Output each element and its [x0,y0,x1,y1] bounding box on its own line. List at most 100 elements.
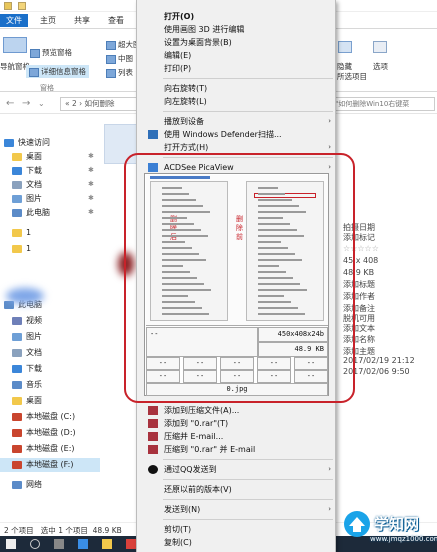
tab-home[interactable]: 主页 [34,14,62,27]
tab-view[interactable]: 查看 [102,14,130,27]
menu-separator [163,519,333,520]
menu-item[interactable]: 添加到 "0.rar"(T) [137,417,337,430]
sidebar-item[interactable]: 本地磁盘 (E:) [12,442,75,456]
menu-item[interactable]: 复制(C) [137,536,337,549]
menu-separator [163,499,333,500]
back-icon[interactable]: ← [6,98,14,109]
list-label: 列表 [118,68,133,77]
sidebar-item[interactable]: 1 [12,242,31,256]
nav-pane-icon[interactable] [3,37,27,53]
status-text: 2 个项目 选中 1 个项目 48.9 KB [4,526,122,535]
drive-icon [12,428,22,437]
sidebar-item[interactable]: 桌面 [12,394,42,408]
menu-item[interactable]: 剪切(T) [137,523,337,536]
star-icon [4,138,14,147]
menu-item[interactable]: 使用 Windows Defender扫描... [137,128,337,141]
details-pane-button[interactable]: 详细信息窗格 [26,65,89,78]
search-input[interactable]: "如何删除Win10右键菜 [330,97,435,111]
menu-item[interactable]: 编辑(E) [137,49,337,62]
folder-icon[interactable] [18,2,26,10]
medium-icon [106,54,116,64]
menu-item[interactable]: 发送到(N) › [137,503,337,516]
rar-icon [148,445,158,454]
tab-file[interactable]: 文件 [0,14,28,27]
watermark: 学知网 www.jmqz1000.com [340,505,437,552]
watermark-site: 学知网 [374,515,420,533]
menu-item[interactable]: 通过QQ发送到 › [137,463,337,476]
sidebar-item[interactable]: 1 [12,226,31,240]
menu-item[interactable]: 打印(P) [137,62,337,75]
menu-item[interactable]: 向左旋转(L) [137,95,337,108]
menu-item[interactable]: 播放到设备 › [137,115,337,128]
sidebar-item-label: 本地磁盘 (C:) [26,412,76,421]
pin-icon[interactable]: ✱ [88,208,94,216]
sidebar-item[interactable]: 桌面 [12,150,42,164]
sidebar-item[interactable]: 文档 [12,178,42,192]
medium-icons-button[interactable]: 中图 [106,53,133,64]
sidebar-item-label: 本地磁盘 (E:) [26,444,75,453]
taskview-icon[interactable] [54,539,64,549]
sidebar-item[interactable]: 快速访问 [4,136,50,150]
menu-item-label: 压缩并 E-mail... [164,432,224,441]
sidebar-item[interactable]: 文档 [12,346,42,360]
sidebar-item[interactable]: 音乐 [12,378,42,392]
sidebar-item[interactable]: 下载 [12,362,42,376]
menu-item[interactable]: 添加到压缩文件(A)... [137,404,337,417]
doc-icon [12,180,22,189]
hide-icon [338,41,352,53]
folder-icon [12,244,22,253]
menu-item[interactable]: 还原以前的版本(V) [137,483,337,496]
menu-item-label: 编辑(E) [164,51,192,60]
sidebar-item[interactable]: 图片 [12,192,42,206]
blur-shape [6,288,44,304]
menu-item[interactable]: 设置为桌面背景(B) [137,36,337,49]
sidebar-item[interactable]: 网络 [12,478,42,492]
pin-icon[interactable]: ✱ [88,152,94,160]
edge-icon[interactable] [78,539,88,549]
sidebar-item-label: 此电脑 [26,208,50,217]
menu-item-label: 播放到设备 [164,117,204,126]
options-icon [373,41,387,53]
menu-item[interactable]: 压缩到 "0.rar" 并 E-mail [137,443,337,456]
watermark-logo-icon [344,511,370,537]
forward-icon[interactable]: → [22,98,30,109]
extra-large-icon [106,40,116,50]
options-button[interactable]: 选项 [373,61,388,72]
menu-item-label: 压缩到 "0.rar" 并 E-mail [164,445,256,454]
pin-icon[interactable]: ✱ [88,180,94,188]
explorer-icon[interactable] [102,539,112,549]
sidebar-item-label: 图片 [26,332,42,341]
drive-icon [12,460,22,469]
menu-item[interactable]: 打开(O) [137,10,337,23]
menu-item[interactable]: 使用画图 3D 进行编辑 [137,23,337,36]
rar-icon [148,419,158,428]
sidebar-item[interactable]: 此电脑 [12,206,50,220]
menu-item-label: 使用 Windows Defender扫描... [164,130,282,139]
tab-share[interactable]: 共享 [68,14,96,27]
recent-chevron-icon[interactable]: ⌄ [38,99,45,108]
pane-group-label: 窗格 [40,84,54,92]
menu-item-label: 还原以前的版本(V) [164,485,232,494]
pin-icon[interactable]: ✱ [88,194,94,202]
menu-item-label: 发送到(N) [164,505,201,514]
pic-icon [12,332,22,341]
app-icon[interactable] [126,539,136,549]
pc-icon [12,208,22,217]
preview-pane-button[interactable]: 预览窗格 [30,47,72,58]
search-icon[interactable] [30,539,40,549]
drive-icon [12,412,22,421]
sidebar-item[interactable]: 本地磁盘 (C:) [12,410,75,424]
highlight-box [124,153,355,403]
pin-icon[interactable]: ✱ [88,166,94,174]
sidebar-item[interactable]: 本地磁盘 (F:) [12,458,73,472]
sidebar-item[interactable]: 下载 [12,164,42,178]
list-button[interactable]: 列表 [106,67,133,78]
sidebar-item[interactable]: 视频 [12,314,42,328]
sidebar-item[interactable]: 图片 [12,330,42,344]
chevron-right-icon: › [328,505,331,513]
quick-access-icon[interactable] [4,2,12,10]
menu-item[interactable]: 压缩并 E-mail... [137,430,337,443]
menu-item[interactable]: 向右旋转(T) [137,82,337,95]
sidebar-item[interactable]: 本地磁盘 (D:) [12,426,76,440]
start-icon[interactable] [6,539,16,549]
